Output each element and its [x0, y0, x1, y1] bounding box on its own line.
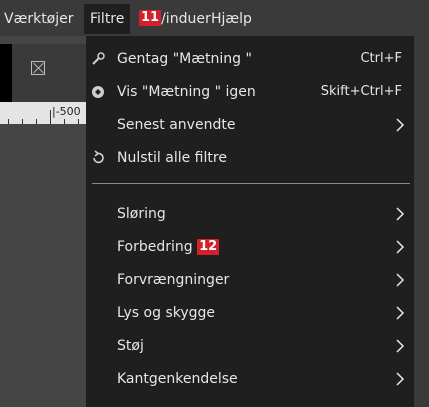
menu-separator: [92, 183, 410, 184]
menu-item-repeat-filter[interactable]: Gentag "Mætning " Ctrl+F: [86, 43, 416, 75]
close-image-icon[interactable]: [31, 61, 45, 75]
chevron-right-icon: [394, 273, 406, 287]
ruler-tick: [64, 119, 65, 124]
ruler-tick: [78, 119, 79, 124]
menu-filtre-label: Filtre: [90, 11, 125, 27]
menu-vinduer-label: /induer: [161, 11, 211, 27]
menu-item-label: Nulstil alle filtre: [117, 150, 227, 166]
callout-badge-11: 11: [139, 10, 162, 26]
menu-item-light-and-shadow[interactable]: Lys og skygge: [86, 297, 416, 329]
menu-item-distorts[interactable]: Forvrængninger: [86, 264, 416, 296]
chevron-right-icon: [394, 306, 406, 320]
chevron-right-icon: [394, 207, 406, 221]
chevron-right-icon: [394, 240, 406, 254]
chevron-right-icon: [394, 372, 406, 386]
menu-item-label: Sløring: [117, 206, 166, 222]
canvas-header-strip: [12, 44, 86, 102]
menu-item-label: Vis "Mætning " igen: [117, 84, 256, 100]
menu-vaerktoejer[interactable]: Værktøjer: [4, 9, 74, 29]
menu-item-edge-detect[interactable]: Kantgenkendelse: [86, 363, 416, 395]
horizontal-ruler[interactable]: |-500: [0, 102, 86, 124]
ruler-label: |-500: [52, 105, 81, 118]
menu-hjaelp[interactable]: Hjælp: [211, 9, 252, 29]
menu-item-reshow-filter[interactable]: Vis "Mætning " igen Skift+Ctrl+F: [86, 76, 416, 108]
menu-item-label-text: Forbedring: [117, 239, 193, 255]
menubar: Værktøjer Filtre 11/induer Hjælp: [0, 0, 429, 36]
repeat-filter-icon: [90, 51, 106, 67]
background-window-edge: [414, 36, 429, 407]
canvas-image[interactable]: [0, 44, 12, 102]
menu-item-label: Gentag "Mætning ": [117, 51, 252, 67]
chevron-right-icon: [394, 118, 406, 132]
menu-item-enhance[interactable]: Forbedring 12: [86, 231, 416, 263]
menu-item-label: Forvrængninger: [117, 272, 230, 288]
ruler-tick: [8, 119, 9, 124]
menu-vinduer[interactable]: 11/induer: [139, 9, 211, 29]
reshow-filter-icon: [90, 84, 106, 100]
canvas-area: |-500: [0, 36, 86, 407]
menu-item-accelerator: Ctrl+F: [360, 51, 402, 66]
menu-item-recently-used[interactable]: Senest anvendte: [86, 109, 416, 141]
menu-item-accelerator: Skift+Ctrl+F: [320, 84, 402, 99]
menu-item-blur[interactable]: Sløring: [86, 198, 416, 230]
callout-badge-12: 12: [197, 239, 220, 255]
ruler-tick: [36, 119, 37, 124]
filtre-dropdown-menu: Gentag "Mætning " Ctrl+F Vis "Mætning " …: [86, 36, 429, 407]
menu-item-reset-all-filters[interactable]: Nulstil alle filtre: [86, 142, 416, 174]
menu-item-label: Støj: [117, 338, 144, 354]
menu-item-label: Senest anvendte: [117, 117, 236, 133]
menu-item-label: Kantgenkendelse: [117, 371, 238, 387]
menu-item-label: Forbedring 12: [117, 237, 220, 257]
ruler-tick: [50, 110, 51, 124]
menu-filtre[interactable]: Filtre: [84, 4, 131, 34]
ruler-tick: [22, 119, 23, 124]
reset-icon: [90, 150, 106, 166]
menu-item-noise[interactable]: Støj: [86, 330, 416, 362]
menu-item-label: Lys og skygge: [117, 305, 216, 321]
chevron-right-icon: [394, 339, 406, 353]
